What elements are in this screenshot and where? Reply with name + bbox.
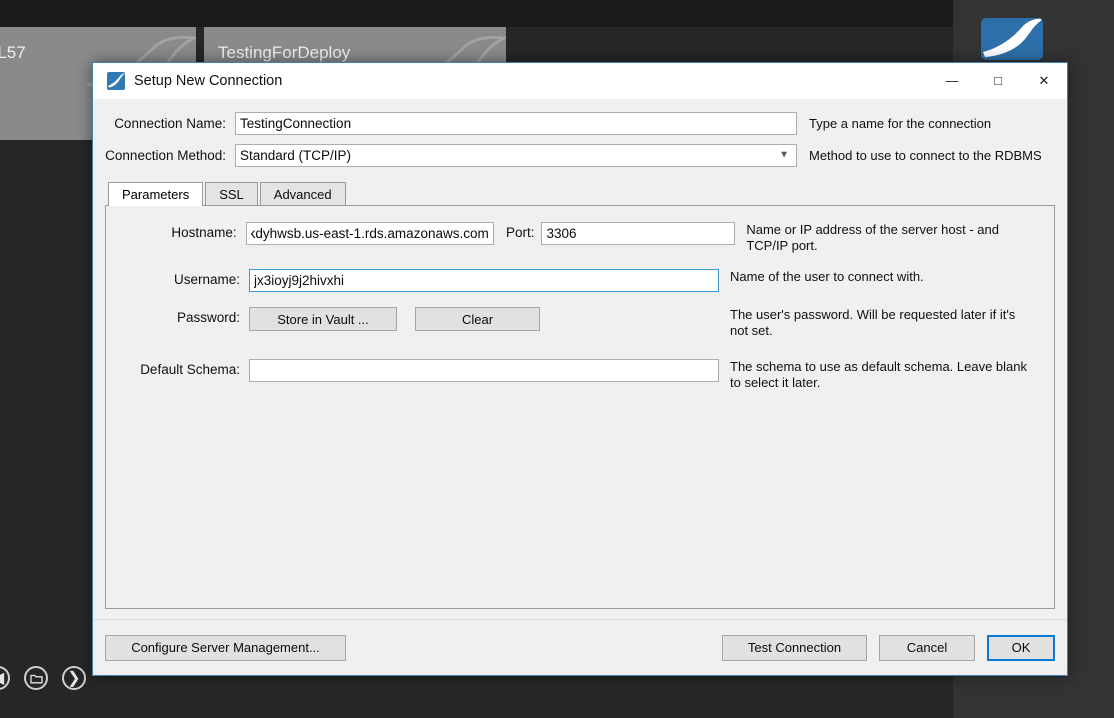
footer-actions: Test Connection Cancel OK <box>722 634 1055 661</box>
play-icon[interactable]: ❯ <box>62 666 86 690</box>
port-input[interactable] <box>541 222 736 245</box>
connection-method-hint: Method to use to connect to the RDBMS <box>809 147 1042 163</box>
connection-name-hint: Type a name for the connection <box>809 115 992 131</box>
dialog-titlebar: Setup New Connection — □ ✕ <box>93 63 1067 99</box>
chevron-down-icon: ▼ <box>779 149 789 161</box>
connection-tile-title: nce MySQL57 <box>0 43 26 62</box>
default-schema-hint: The schema to use as default schema. Lea… <box>730 359 1028 390</box>
connection-method-label: Connection Method: <box>105 147 226 163</box>
dolphin-icon <box>107 71 125 90</box>
connection-method-row: Connection Method: Standard (TCP/IP) ▼ M… <box>105 141 1055 169</box>
rewind-icon[interactable]: ◀ <box>0 666 10 690</box>
default-schema-row: Default Schema: The schema to use as def… <box>116 359 1044 391</box>
dialog-title: Setup New Connection <box>134 72 283 89</box>
connection-tile-title: TestingForDeploy <box>218 43 351 62</box>
maximize-button[interactable]: □ <box>975 63 1021 99</box>
close-button[interactable]: ✕ <box>1021 63 1067 99</box>
ok-button[interactable]: OK <box>987 634 1055 661</box>
username-label: Username: <box>173 272 240 287</box>
username-input[interactable] <box>249 269 719 292</box>
hostname-hint: Name or IP address of the server host - … <box>746 222 999 253</box>
folder-icon[interactable] <box>24 666 48 690</box>
password-hint: The user's password. Will be requested l… <box>730 307 1016 338</box>
tab-bar: Parameters SSL Advanced <box>105 181 1055 206</box>
cancel-button[interactable]: Cancel <box>879 634 975 661</box>
dialog-footer: Configure Server Management... Test Conn… <box>93 619 1067 675</box>
hostname-row: Hostname: Port: Name or IP address of th… <box>116 222 1044 254</box>
configure-server-management-button[interactable]: Configure Server Management... <box>105 634 346 661</box>
parameters-panel: Hostname: Port: Name or IP address of th… <box>105 205 1055 609</box>
tab-ssl[interactable]: SSL <box>205 182 258 205</box>
username-hint: Name of the user to connect with. <box>730 269 924 284</box>
mysql-dolphin-logo <box>981 18 1043 60</box>
minimize-button[interactable]: — <box>929 63 975 99</box>
clear-password-button[interactable]: Clear <box>415 307 540 331</box>
workbench-top-strip <box>0 0 953 27</box>
password-label: Password: <box>176 310 240 325</box>
connection-method-select[interactable]: Standard (TCP/IP) ▼ <box>235 143 797 167</box>
port-label: Port: <box>505 225 535 240</box>
dialog-body: Connection Name: Type a name for the con… <box>93 99 1067 619</box>
username-row: Username: Name of the user to connect wi… <box>116 269 1044 292</box>
dolphin-glyph <box>108 72 125 87</box>
window-controls: — □ ✕ <box>929 63 1067 99</box>
password-row: Password: Store in Vault ... Clear The u… <box>116 307 1044 339</box>
folder-glyph <box>29 674 43 683</box>
connection-method-value: Standard (TCP/IP) <box>240 147 352 163</box>
tab-parameters[interactable]: Parameters <box>108 182 204 206</box>
connection-name-label: Connection Name: <box>114 115 226 131</box>
dolphin-glyph <box>983 18 1043 57</box>
default-schema-input[interactable] <box>249 359 719 382</box>
connection-name-input[interactable] <box>235 111 797 135</box>
store-in-vault-button[interactable]: Store in Vault ... <box>249 307 397 331</box>
hostname-label: Hostname: <box>171 225 237 240</box>
workbench-bottom-toolbar: ◀ ❯ <box>0 666 86 690</box>
setup-new-connection-dialog: Setup New Connection — □ ✕ Connection Na… <box>92 62 1068 676</box>
connection-name-row: Connection Name: Type a name for the con… <box>105 109 1055 137</box>
default-schema-label: Default Schema: <box>140 362 240 377</box>
hostname-input[interactable] <box>245 222 494 245</box>
test-connection-button[interactable]: Test Connection <box>722 634 867 661</box>
tab-advanced[interactable]: Advanced <box>259 182 346 205</box>
